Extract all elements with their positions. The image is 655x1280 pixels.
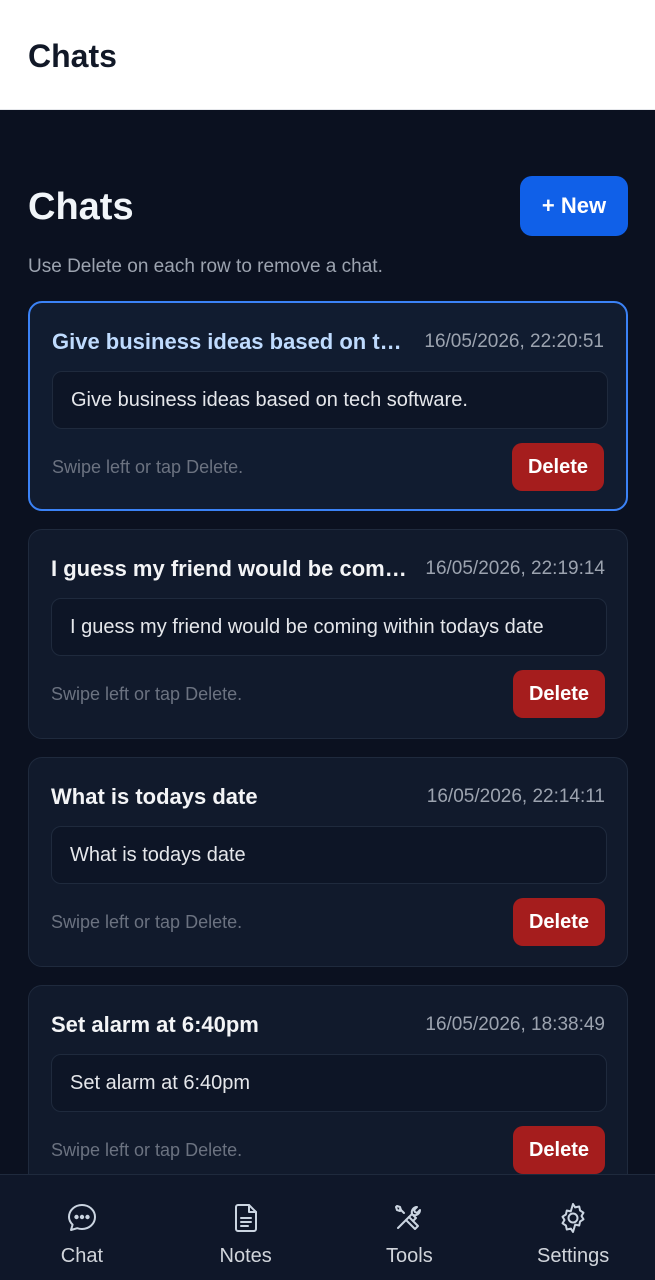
swipe-hint: Swipe left or tap Delete. — [51, 684, 243, 704]
nav-item-notes[interactable]: Notes — [164, 1175, 328, 1280]
delete-button[interactable]: Delete — [513, 670, 605, 718]
document-icon — [229, 1201, 263, 1235]
nav-label: Chat — [60, 1245, 103, 1267]
chat-title: What is todays date — [51, 784, 258, 809]
nav-label: Tools — [386, 1245, 433, 1267]
chat-card[interactable]: What is todays date 16/05/2026, 22:14:11… — [28, 757, 628, 967]
chats-content[interactable]: Chats + New Use Delete on each row to re… — [0, 110, 655, 1174]
chat-card[interactable]: I guess my friend would be coming within… — [28, 529, 628, 739]
chat-preview: Set alarm at 6:40pm — [51, 1054, 607, 1112]
swipe-hint: Swipe left or tap Delete. — [52, 457, 244, 477]
page-subtitle: Use Delete on each row to remove a chat. — [28, 256, 383, 277]
nav-item-settings[interactable]: Settings — [491, 1175, 655, 1280]
bottom-navigation: Chat Notes Tools Settings — [0, 1174, 655, 1280]
tools-icon — [392, 1201, 426, 1235]
chat-timestamp: 16/05/2026, 22:14:11 — [426, 786, 605, 807]
delete-button[interactable]: Delete — [513, 898, 605, 946]
chat-timestamp: 16/05/2026, 22:19:14 — [425, 558, 605, 579]
nav-label: Settings — [536, 1245, 610, 1267]
gear-icon — [556, 1201, 590, 1235]
app-bar: Chats — [0, 0, 655, 110]
chat-bubble-icon — [65, 1201, 99, 1235]
page-title: Chats — [28, 186, 134, 228]
chat-timestamp: 16/05/2026, 18:38:49 — [425, 1014, 605, 1035]
chat-card[interactable]: Give business ideas based on tech softwa… — [28, 301, 628, 511]
new-chat-button[interactable]: + New — [520, 176, 628, 236]
chat-preview: What is todays date — [51, 826, 607, 884]
nav-item-tools[interactable]: Tools — [328, 1175, 492, 1280]
delete-button[interactable]: Delete — [513, 1126, 605, 1174]
chat-preview: Give business ideas based on tech softwa… — [52, 371, 608, 429]
chat-card[interactable]: Set alarm at 6:40pm 16/05/2026, 18:38:49… — [28, 985, 628, 1174]
swipe-hint: Swipe left or tap Delete. — [51, 912, 243, 932]
chat-timestamp: 16/05/2026, 22:20:51 — [424, 331, 604, 352]
nav-label: Notes — [219, 1245, 272, 1267]
chat-title: Give business ideas based on tech softwa… — [52, 329, 408, 354]
nav-item-chat[interactable]: Chat — [0, 1175, 164, 1280]
chat-title: I guess my friend would be coming within… — [51, 556, 407, 581]
chat-preview: I guess my friend would be coming within… — [51, 598, 607, 656]
chat-title: Set alarm at 6:40pm — [51, 1012, 259, 1037]
swipe-hint: Swipe left or tap Delete. — [51, 1140, 243, 1160]
delete-button[interactable]: Delete — [512, 443, 604, 491]
app-bar-title: Chats — [28, 38, 117, 74]
